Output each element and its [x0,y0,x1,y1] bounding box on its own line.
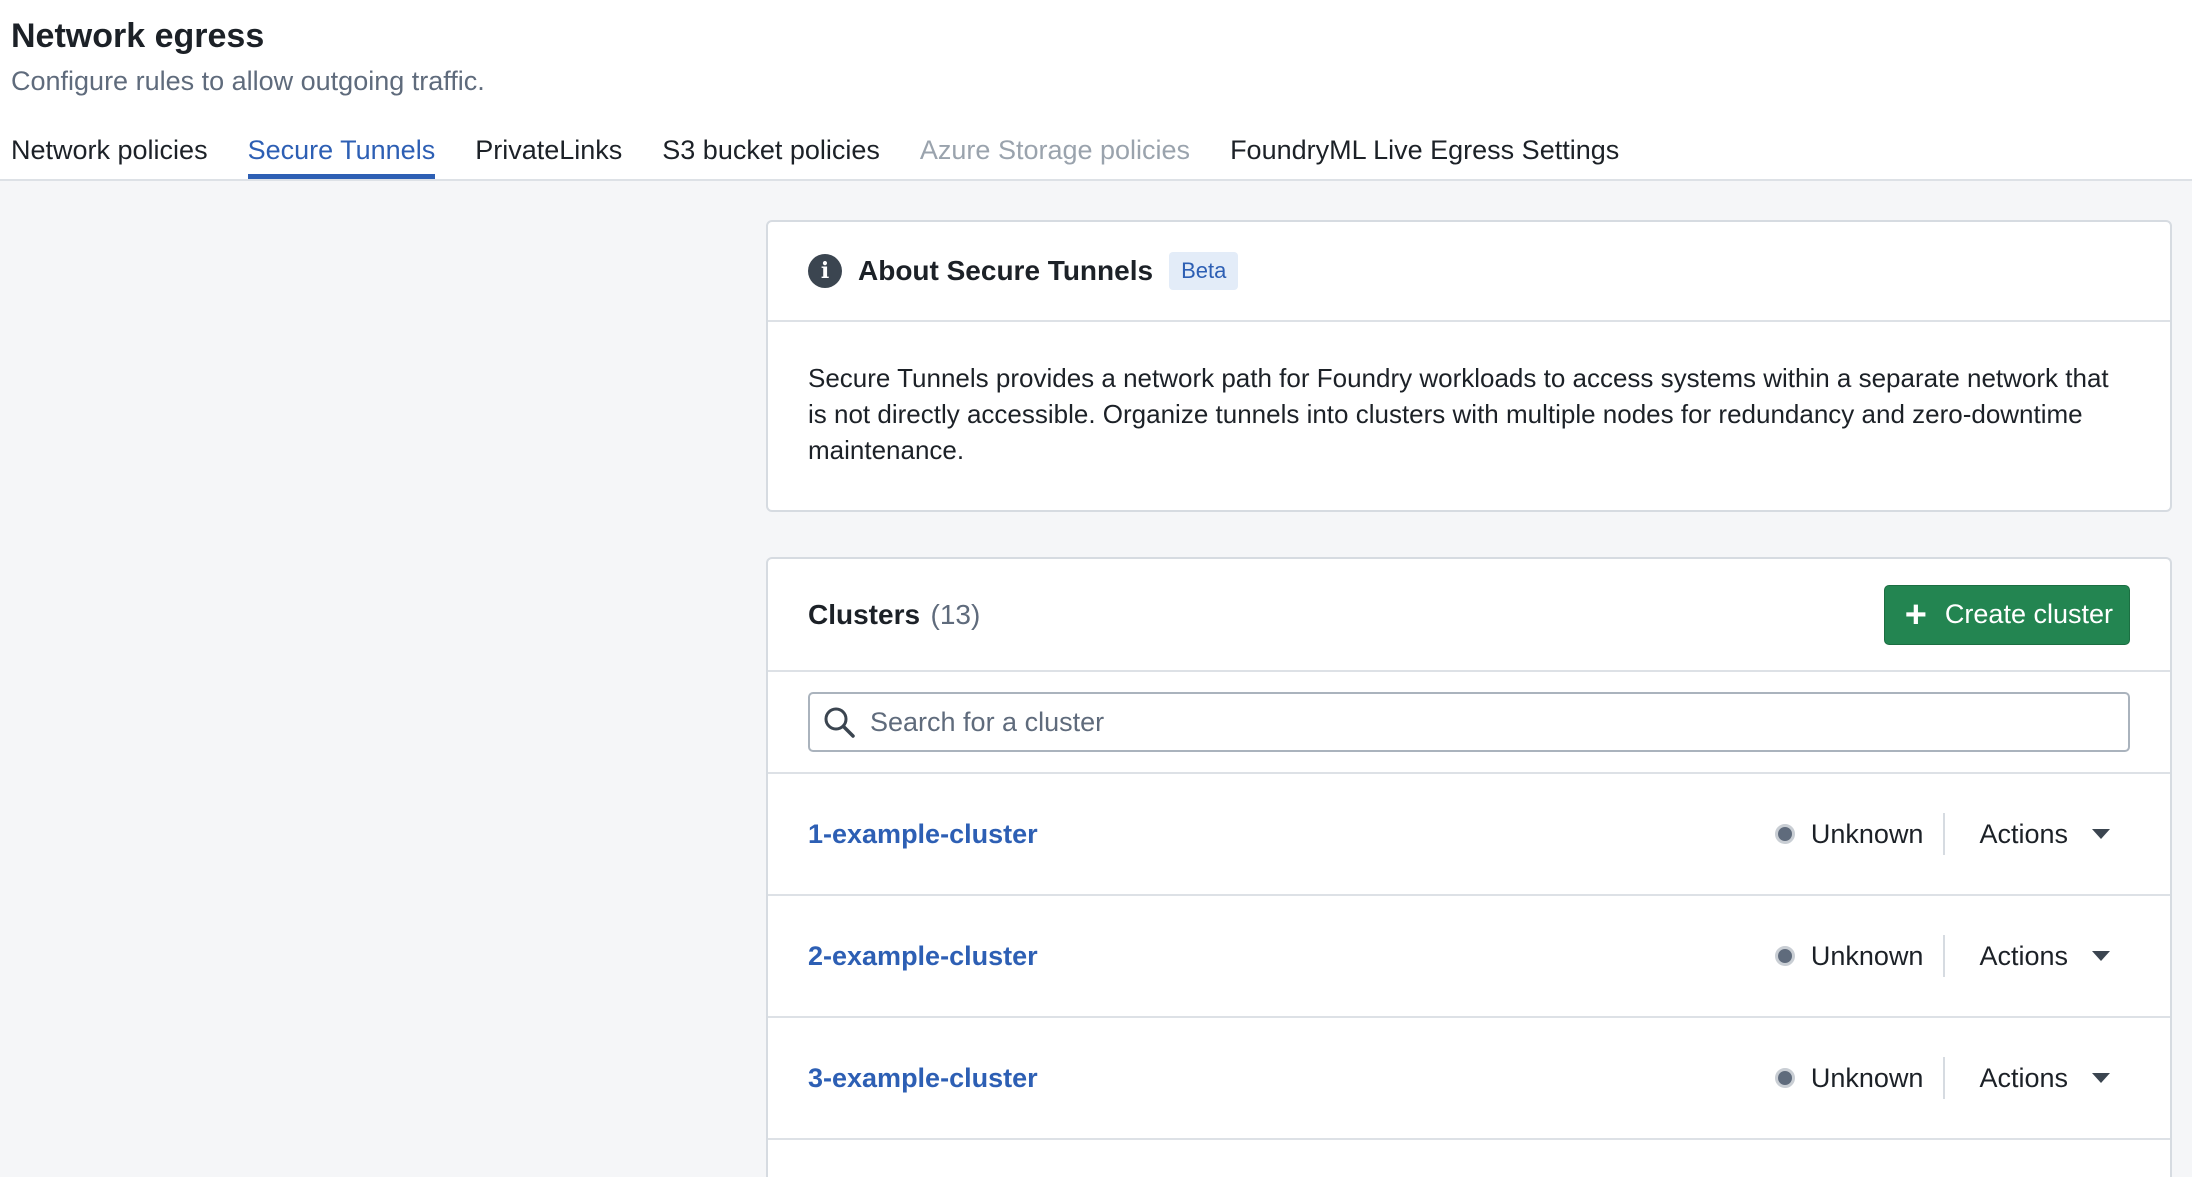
caret-down-icon [2092,951,2110,961]
cluster-row-controls: Unknown Actions [1774,813,2130,855]
actions-label: Actions [1979,1062,2068,1093]
divider [1943,935,1946,977]
status-dot-icon [1774,946,1795,966]
beta-badge: Beta [1169,252,1239,290]
create-cluster-button[interactable]: + Create cluster [1883,584,2130,645]
clusters-heading: Clusters (13) [808,599,980,631]
search-bar [768,672,2170,774]
divider [1943,813,1946,855]
tab-azure-storage-policies: Azure Storage policies [919,135,1191,165]
tab-privatelinks[interactable]: PrivateLinks [475,130,622,179]
plus-icon: + [1904,593,1927,636]
about-description: Secure Tunnels provides a network path f… [808,363,2109,465]
actions-label: Actions [1979,818,2068,849]
cluster-row-controls: Unknown Actions [1774,935,2130,977]
page-title: Network egress [11,17,265,55]
clusters-title: Clusters [808,598,921,630]
cluster-row-controls: Unknown Actions [1774,1057,2130,1099]
status-dot-icon [1774,1068,1795,1088]
page-subtitle: Configure rules to allow outgoing traffi… [11,66,485,96]
about-card: i About Secure Tunnels Beta Secure Tunne… [766,220,2172,512]
caret-down-icon [2092,829,2110,839]
caret-down-icon [2092,1073,2110,1083]
tab-foundryml-live-egress-settings[interactable]: FoundryML Live Egress Settings [1230,130,1619,179]
page-header: Network egress Configure rules to allow … [0,0,2192,181]
cluster-link[interactable]: 1-example-cluster [808,819,1038,850]
actions-label: Actions [1979,940,2068,971]
actions-dropdown-button[interactable]: Actions [1979,819,2110,850]
cluster-row: 1-example-cluster Unknown Actions [768,774,2170,896]
cluster-status: Unknown [1810,940,1924,971]
cluster-row: 2-example-cluster Unknown Actions [768,896,2170,1018]
clusters-count: (13) [930,598,981,630]
cluster-link[interactable]: 3-example-cluster [808,1063,1038,1094]
cluster-row: 3-example-cluster Unknown Actions [768,1018,2170,1140]
actions-dropdown-button[interactable]: Actions [1979,1063,2110,1094]
tab-bar: Network policies Secure Tunnels PrivateL… [11,130,1619,181]
tab-secure-tunnels[interactable]: Secure Tunnels [247,130,436,179]
info-icon: i [808,254,842,288]
create-cluster-label: Create cluster [1944,599,2113,629]
about-card-header: i About Secure Tunnels Beta [768,222,2170,322]
search-input[interactable] [870,706,2128,738]
clusters-header: Clusters (13) + Create cluster [768,559,2170,672]
tab-s3-bucket-policies[interactable]: S3 bucket policies [662,130,880,179]
clusters-card: Clusters (13) + Create cluster 1-example… [766,557,2172,1177]
cluster-link[interactable]: 2-example-cluster [808,941,1038,972]
status-dot-icon [1774,824,1795,844]
divider [1943,1057,1946,1099]
cluster-status: Unknown [1810,1062,1924,1093]
about-title: About Secure Tunnels [858,255,1154,286]
search-icon [824,707,855,738]
tab-network-policies[interactable]: Network policies [11,130,208,179]
actions-dropdown-button[interactable]: Actions [1979,941,2110,972]
cluster-status: Unknown [1810,818,1924,849]
search-box[interactable] [808,692,2130,752]
